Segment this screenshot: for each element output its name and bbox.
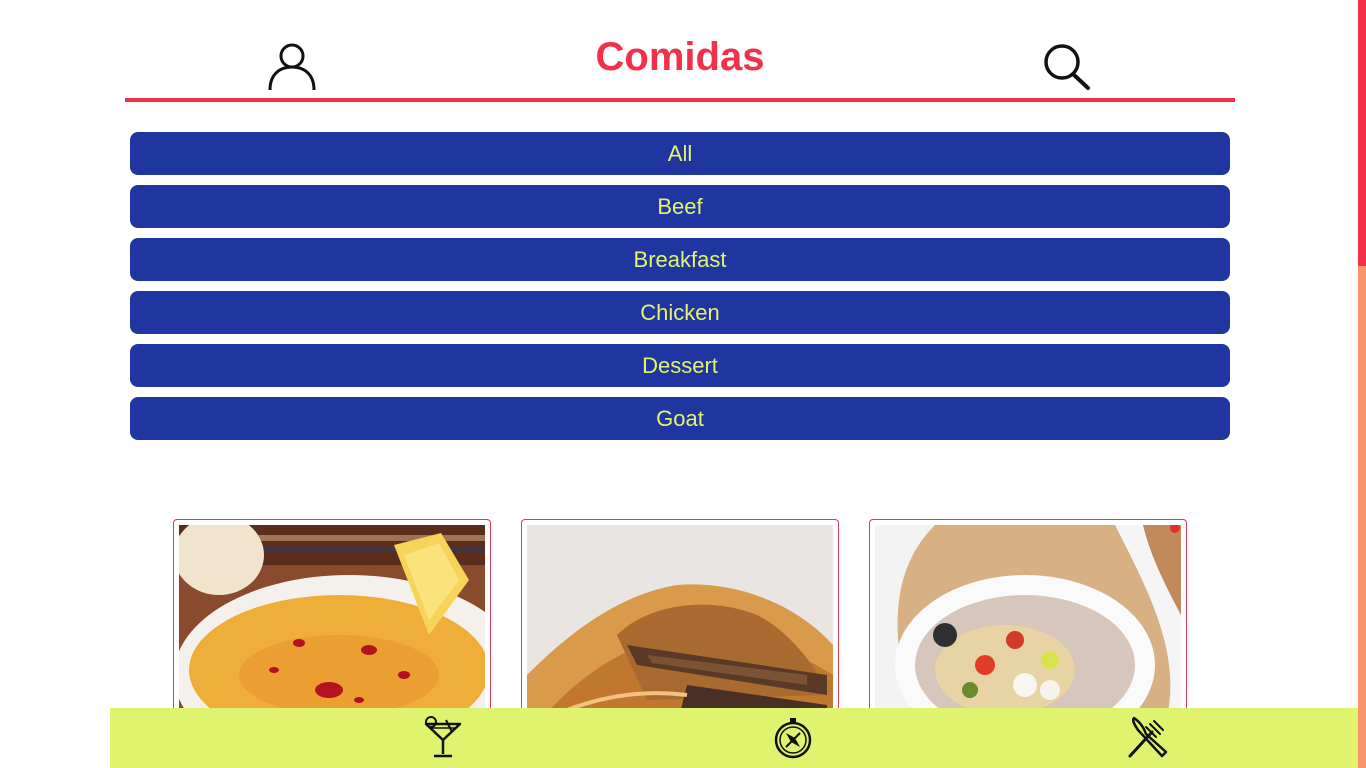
compass-icon [774, 718, 812, 759]
recipe-image [179, 525, 485, 718]
drinks-nav-button[interactable] [422, 716, 466, 760]
search-button[interactable] [1040, 42, 1092, 92]
recipe-card[interactable] [173, 519, 491, 719]
category-button-goat[interactable]: Goat [130, 397, 1230, 440]
category-button-chicken[interactable]: Chicken [130, 291, 1230, 334]
category-button-dessert[interactable]: Dessert [130, 344, 1230, 387]
recipe-image [875, 525, 1181, 718]
search-icon [1044, 44, 1090, 90]
meals-nav-button[interactable] [1124, 716, 1168, 760]
category-button-all[interactable]: All [130, 132, 1230, 175]
category-button-beef[interactable]: Beef [130, 185, 1230, 228]
category-filters: All Beef Breakfast Chicken Dessert Goat [130, 132, 1230, 450]
cocktail-icon [424, 716, 462, 758]
scrollbar-thumb[interactable] [1358, 0, 1366, 266]
bottom-navigation [110, 708, 1360, 768]
recipe-card[interactable] [869, 519, 1187, 719]
recipe-image [527, 525, 833, 718]
category-button-breakfast[interactable]: Breakfast [130, 238, 1230, 281]
fork-knife-icon [1128, 716, 1168, 758]
recipe-card[interactable] [521, 519, 839, 719]
header: Comidas [125, 0, 1235, 102]
explore-nav-button[interactable] [771, 716, 815, 760]
